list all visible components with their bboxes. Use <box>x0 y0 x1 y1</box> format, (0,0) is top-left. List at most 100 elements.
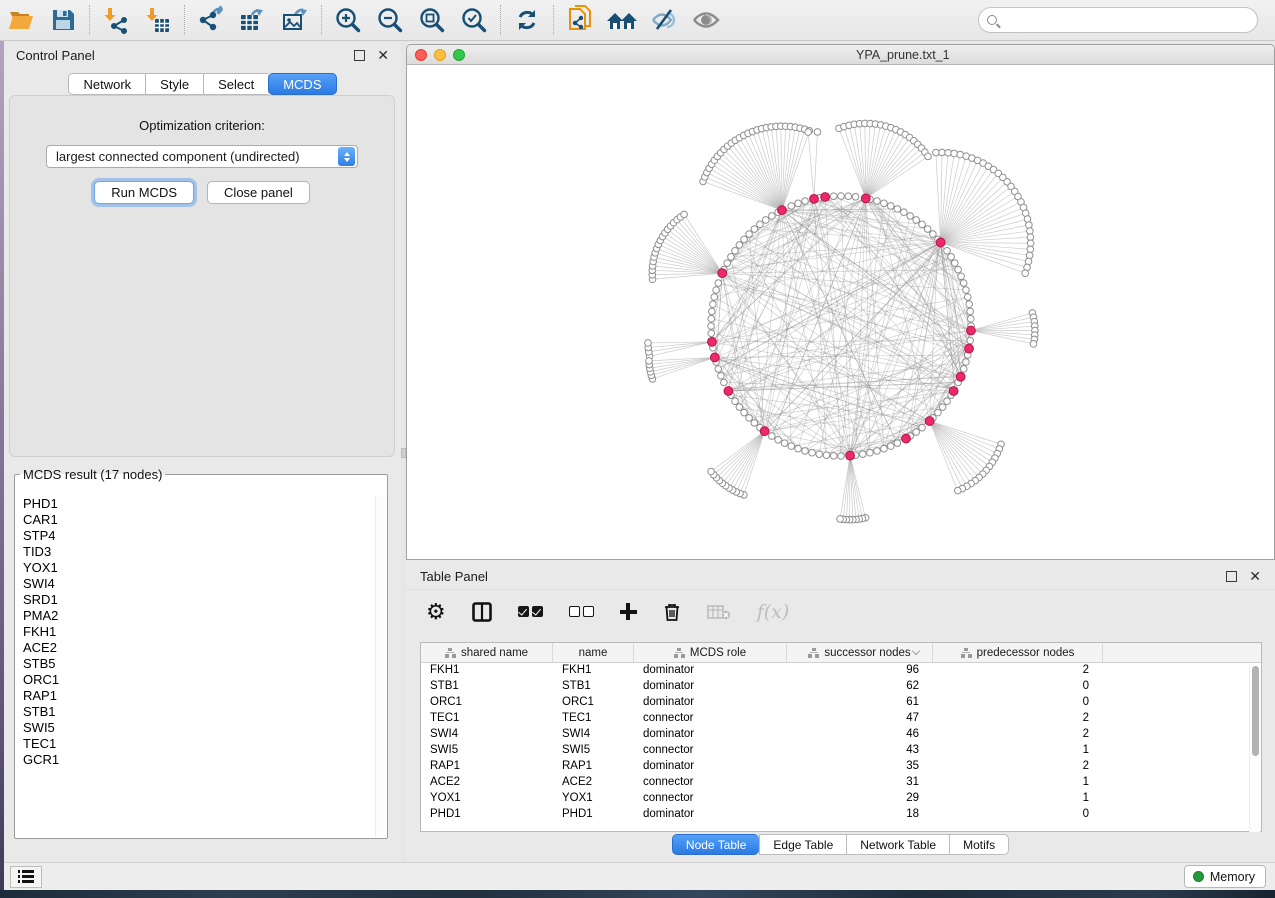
table-cell: STB1 <box>553 679 634 695</box>
table-cell: SWI4 <box>421 727 553 743</box>
import-network-icon[interactable] <box>99 4 133 36</box>
tab-network-table[interactable]: Network Table <box>846 834 949 855</box>
table-panel-title: Table Panel <box>420 569 488 584</box>
mcds-result-item[interactable]: CAR1 <box>16 512 375 528</box>
table-cell: dominator <box>634 807 787 823</box>
save-session-icon[interactable] <box>46 4 80 36</box>
mcds-result-item[interactable]: PMA2 <box>16 608 375 624</box>
mcds-result-item[interactable]: STP4 <box>16 528 375 544</box>
window-zoom-button[interactable] <box>453 49 465 61</box>
share-document-icon[interactable] <box>563 4 597 36</box>
mcds-result-item[interactable]: YOX1 <box>16 560 375 576</box>
delete-table-icon-disabled <box>707 603 731 621</box>
mcds-result-item[interactable]: STB5 <box>16 656 375 672</box>
desktop-wallpaper-left <box>0 41 4 898</box>
mcds-result-item[interactable]: PHD1 <box>16 496 375 512</box>
mcds-result-item[interactable]: SWI5 <box>16 720 375 736</box>
export-network-icon[interactable] <box>194 4 228 36</box>
mcds-result-list[interactable]: PHD1CAR1STP4TID3YOX1SWI4SRD1PMA2FKH1ACE2… <box>16 496 375 837</box>
tab-select[interactable]: Select <box>203 73 268 95</box>
tab-mcds[interactable]: MCDS <box>268 73 336 95</box>
mcds-result-scrollbar[interactable] <box>375 496 386 837</box>
search-icon <box>987 15 997 25</box>
table-row[interactable]: FKH1FKH1dominator962 <box>421 663 1261 679</box>
window-minimize-button[interactable] <box>434 49 446 61</box>
delete-column-icon[interactable] <box>663 602 681 622</box>
table-cell: ORC1 <box>421 695 553 711</box>
table-scrollbar[interactable] <box>1249 664 1260 832</box>
zoom-selected-icon[interactable] <box>457 4 491 36</box>
table-settings-gear-icon[interactable]: ⚙ <box>426 601 446 623</box>
table-cell: dominator <box>634 727 787 743</box>
mcds-result-item[interactable]: ORC1 <box>16 672 375 688</box>
zoom-in-icon[interactable] <box>331 4 365 36</box>
show-columns-icon[interactable] <box>472 602 492 622</box>
float-panel-icon[interactable] <box>354 50 365 61</box>
add-column-icon[interactable] <box>620 603 637 620</box>
window-close-button[interactable] <box>415 49 427 61</box>
refresh-view-icon[interactable] <box>510 4 544 36</box>
zoom-fit-icon[interactable] <box>415 4 449 36</box>
column-header-MCDS-role[interactable]: MCDS role <box>634 643 787 662</box>
run-mcds-button[interactable]: Run MCDS <box>94 181 194 204</box>
hide-selected-icon[interactable] <box>647 4 681 36</box>
mcds-result-item[interactable]: FKH1 <box>16 624 375 640</box>
table-scrollbar-thumb[interactable] <box>1252 666 1259 756</box>
zoom-out-icon[interactable] <box>373 4 407 36</box>
mcds-result-item[interactable]: STB1 <box>16 704 375 720</box>
table-row[interactable]: TEC1TEC1connector472 <box>421 711 1261 727</box>
table-row[interactable]: YOX1YOX1connector291 <box>421 791 1261 807</box>
tab-style[interactable]: Style <box>145 73 203 95</box>
table-row[interactable]: ORC1ORC1dominator610 <box>421 695 1261 711</box>
mcds-result-item[interactable]: SRD1 <box>16 592 375 608</box>
table-cell: YOX1 <box>553 791 634 807</box>
table-row[interactable]: SWI4SWI4dominator462 <box>421 727 1261 743</box>
mcds-result-item[interactable]: TEC1 <box>16 736 375 752</box>
select-all-icon[interactable] <box>518 606 543 617</box>
column-header-name[interactable]: name <box>553 643 634 662</box>
table-row[interactable]: ACE2ACE2connector311 <box>421 775 1261 791</box>
import-table-icon[interactable] <box>141 4 175 36</box>
tab-node-table[interactable]: Node Table <box>672 834 760 855</box>
column-header-predecessor-nodes[interactable]: predecessor nodes <box>933 643 1103 662</box>
table-row[interactable]: PHD1PHD1dominator180 <box>421 807 1261 823</box>
mcds-result-item[interactable]: RAP1 <box>16 688 375 704</box>
column-header-label: predecessor nodes <box>977 647 1075 659</box>
mcds-result-item[interactable]: SWI4 <box>16 576 375 592</box>
tab-network[interactable]: Network <box>68 73 145 95</box>
table-row[interactable]: STB1STB1dominator620 <box>421 679 1261 695</box>
tab-edge-table[interactable]: Edge Table <box>759 834 846 855</box>
mcds-result-item[interactable]: TID3 <box>16 544 375 560</box>
table-cell: RAP1 <box>553 759 634 775</box>
mcds-result-item[interactable]: GCR1 <box>16 752 375 768</box>
search-box[interactable] <box>978 7 1258 33</box>
close-panel-button[interactable]: Close panel <box>207 181 310 204</box>
column-header-successor-nodes[interactable]: successor nodes <box>787 643 933 662</box>
home-icon[interactable] <box>605 4 639 36</box>
status-menu-icon[interactable] <box>10 866 42 888</box>
network-graph[interactable] <box>407 65 1274 559</box>
export-image-icon[interactable] <box>278 4 312 36</box>
main-toolbar <box>0 0 1275 41</box>
network-window-titlebar[interactable]: YPA_prune.txt_1 <box>407 45 1274 65</box>
export-table-icon[interactable] <box>236 4 270 36</box>
memory-button[interactable]: Memory <box>1184 865 1266 888</box>
optimization-criterion-select[interactable]: largest connected component (undirected) <box>46 145 358 168</box>
table-cell: 2 <box>933 727 1103 743</box>
table-row[interactable]: RAP1RAP1dominator352 <box>421 759 1261 775</box>
table-row[interactable]: SWI5SWI5connector431 <box>421 743 1261 759</box>
float-table-panel-icon[interactable] <box>1226 571 1237 582</box>
deselect-all-icon[interactable] <box>569 606 594 617</box>
open-file-icon[interactable] <box>4 4 38 36</box>
tab-motifs[interactable]: Motifs <box>949 834 1009 855</box>
control-panel: Control Panel ✕ NetworkStyleSelectMCDS O… <box>4 41 401 862</box>
column-header-shared-name[interactable]: shared name <box>421 643 553 662</box>
search-input[interactable] <box>1003 10 1249 30</box>
close-panel-icon[interactable]: ✕ <box>377 50 389 61</box>
show-eye-icon[interactable] <box>689 4 723 36</box>
close-table-panel-icon[interactable]: ✕ <box>1249 571 1261 582</box>
sort-chevron-icon[interactable] <box>912 647 920 655</box>
table-cell: ORC1 <box>553 695 634 711</box>
optimization-criterion-label: Optimization criterion: <box>10 118 394 133</box>
mcds-result-item[interactable]: ACE2 <box>16 640 375 656</box>
